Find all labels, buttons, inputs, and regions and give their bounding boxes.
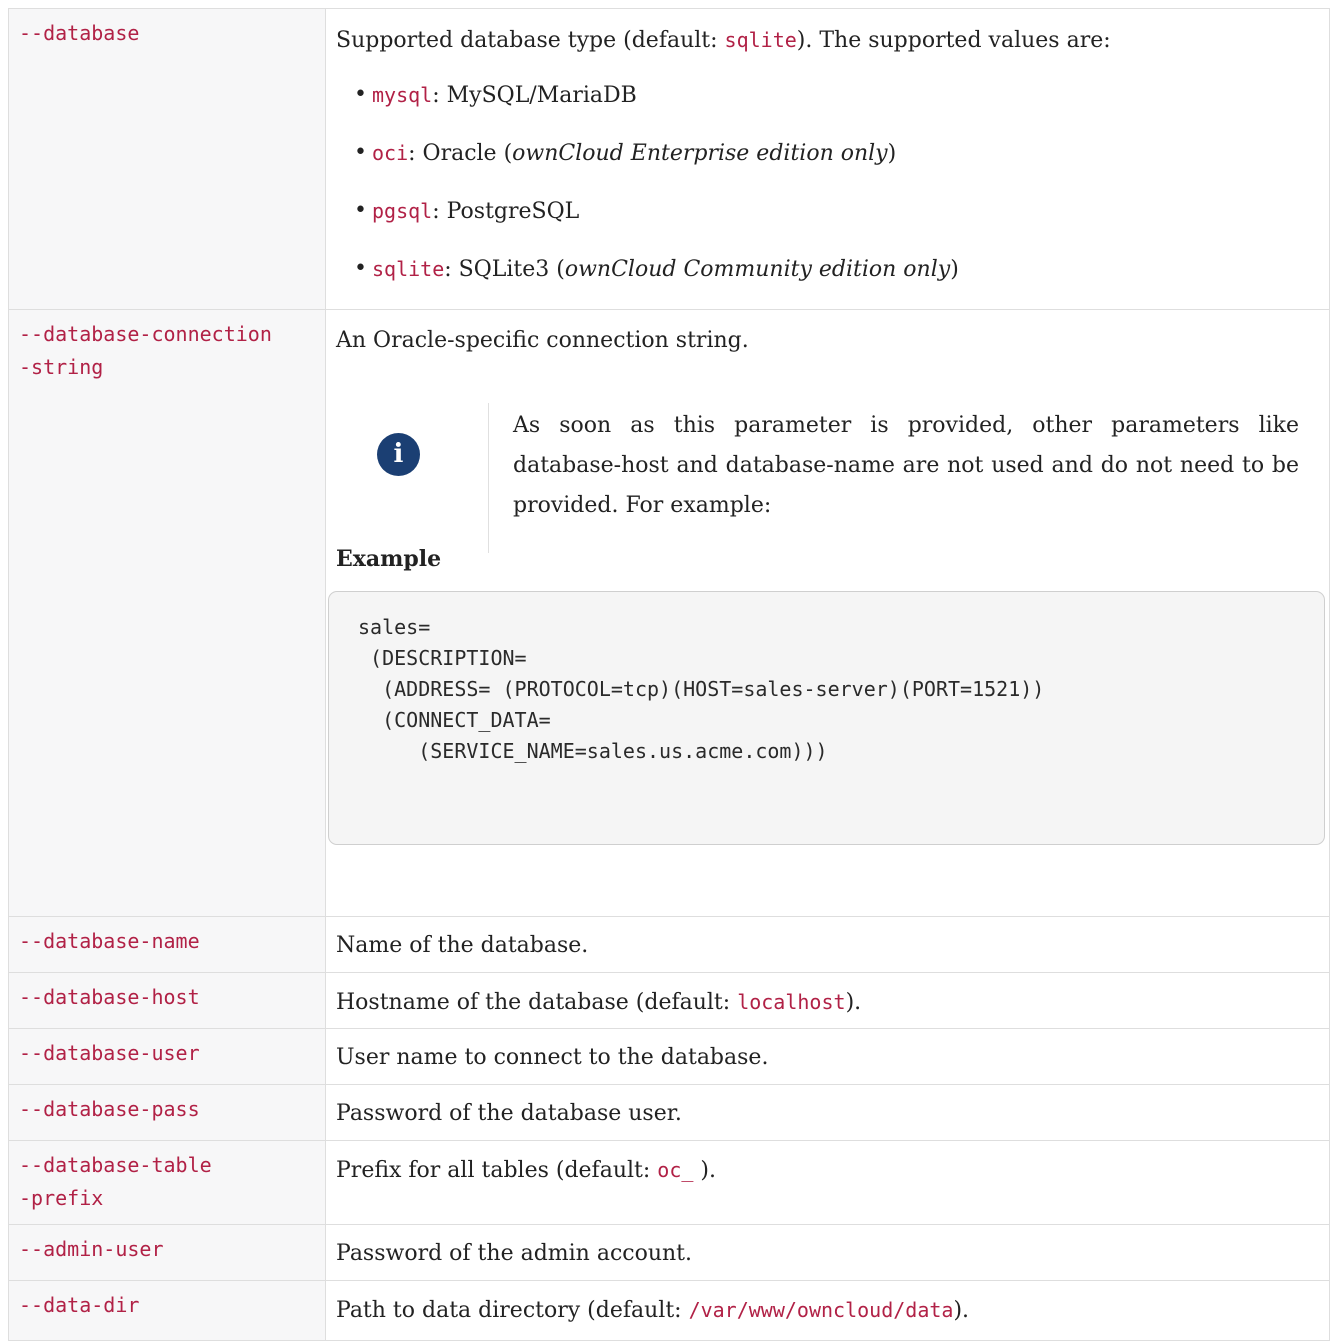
table-row: --database Supported database type (defa… <box>8 8 1330 310</box>
info-icon: i <box>377 433 420 476</box>
list-item: oci: Oracle (ownCloud Enterprise edition… <box>354 133 1329 191</box>
option-name: --database-name <box>19 929 200 953</box>
table-row: --database-user User name to connect to … <box>8 1028 1330 1085</box>
option-description: Prefix for all tables (default: oc_ ). <box>336 1158 716 1183</box>
list-item: mysql: MySQL/MariaDB <box>354 75 1329 133</box>
supported-values-list: mysql: MySQL/MariaDB oci: Oracle (ownClo… <box>326 75 1329 307</box>
default-value: localhost <box>737 990 846 1014</box>
code-listing: sales= (DESCRIPTION= (ADDRESS= (PROTOCOL… <box>328 591 1325 845</box>
table-row: --database-table -prefix Prefix for all … <box>8 1140 1330 1225</box>
default-value: /var/www/owncloud/data <box>688 1298 954 1322</box>
option-description: Password of the admin account. <box>336 1241 693 1266</box>
option-description: An Oracle-specific connection string. <box>336 328 749 353</box>
admonition-divider <box>488 403 489 553</box>
example-title: Example <box>336 546 442 572</box>
list-item: pgsql: PostgreSQL <box>354 191 1329 249</box>
option-description: Password of the database user. <box>336 1101 682 1126</box>
table-row: --data-dir Path to data directory (defau… <box>8 1280 1330 1341</box>
option-name: --data-dir <box>19 1293 140 1317</box>
table-row: --database-host Hostname of the database… <box>8 972 1330 1029</box>
option-description: Name of the database. <box>336 933 589 958</box>
option-description: Hostname of the database (default: local… <box>336 990 862 1015</box>
table-row: --database-connection -string An Oracle-… <box>8 309 1330 917</box>
table-row: --database-pass Password of the database… <box>8 1084 1330 1141</box>
table-row: --admin-user Password of the admin accou… <box>8 1224 1330 1281</box>
table-row: --database-name Name of the database. <box>8 916 1330 973</box>
note-admonition: i As soon as this parameter is provided,… <box>326 361 1329 553</box>
option-name: --database-pass <box>19 1097 200 1121</box>
option-name: --database-host <box>19 985 200 1009</box>
option-name: --admin-user <box>19 1237 164 1261</box>
option-description: Supported database type (default: sqlite… <box>336 28 1111 53</box>
option-name: --database <box>19 21 140 45</box>
note-text: As soon as this parameter is provided, o… <box>513 413 1299 518</box>
default-value: oc_ <box>657 1158 694 1182</box>
option-name: --database-table -prefix <box>19 1153 212 1210</box>
option-name: --database-connection -string <box>19 322 272 379</box>
default-value: sqlite <box>724 28 797 52</box>
parameters-table: --database Supported database type (defa… <box>8 8 1330 1341</box>
option-description: Path to data directory (default: /var/ww… <box>336 1298 970 1323</box>
option-name: --database-user <box>19 1041 200 1065</box>
option-description: User name to connect to the database. <box>336 1045 769 1070</box>
list-item: sqlite: SQLite3 (ownCloud Community edit… <box>354 249 1329 307</box>
